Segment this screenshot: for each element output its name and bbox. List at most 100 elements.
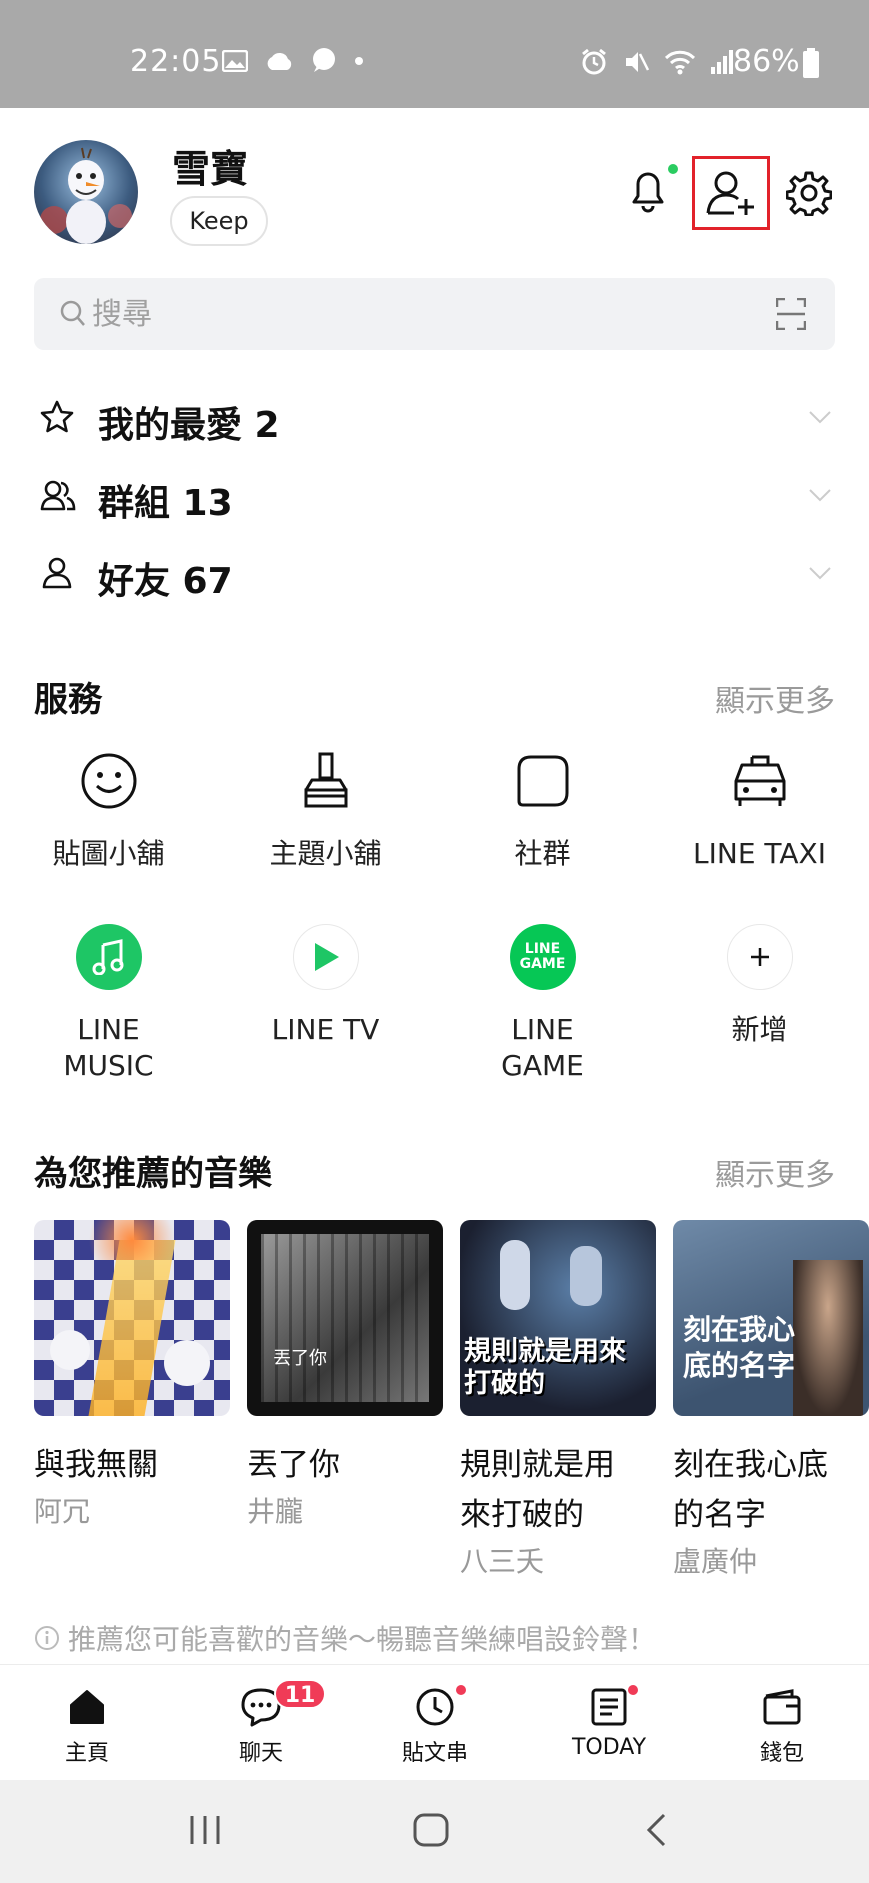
brush-icon <box>304 752 347 808</box>
profile-header: 雪寶 Keep <box>0 108 869 268</box>
status-right-icons <box>580 48 734 76</box>
music-card[interactable]: 丟了你 丟了你 井朧 <box>247 1220 443 1532</box>
gallery-icon <box>222 50 248 72</box>
keep-button[interactable]: Keep <box>170 196 268 246</box>
service-line-music[interactable]: LINE MUSIC <box>0 924 217 1084</box>
album-cover <box>34 1220 230 1416</box>
artist-name: 井朧 <box>247 1495 304 1528</box>
artist-name: 八三夭 <box>460 1545 545 1578</box>
service-line-tv[interactable]: LINE TV <box>217 924 434 1048</box>
service-label: LINE GAME <box>501 1013 584 1082</box>
service-add[interactable]: 新增 <box>651 924 868 1048</box>
dot-icon <box>355 57 363 65</box>
line-game-icon: LINE GAME <box>509 924 576 990</box>
bell-icon[interactable] <box>626 166 670 214</box>
qr-scan-icon[interactable] <box>776 298 806 330</box>
tab-chats[interactable]: 11 聊天 <box>174 1679 348 1767</box>
back-icon[interactable] <box>644 1812 668 1848</box>
signal-icon <box>711 50 733 74</box>
song-title: 刻在我心底的名字 <box>673 1447 828 1533</box>
avatar[interactable] <box>34 140 138 244</box>
notification-dot <box>668 164 678 174</box>
battery-icon <box>803 48 819 78</box>
music-tip: 推薦您可能喜歡的音樂～暢聽音樂練唱設鈴聲！ <box>34 1618 656 1658</box>
plus-icon <box>726 924 793 990</box>
info-icon <box>35 1626 59 1650</box>
recent-apps-icon[interactable] <box>188 1812 222 1848</box>
bottom-tab-bar: 主頁 11 聊天 貼文串 TODAY 錢包 <box>0 1664 869 1780</box>
cover-text: 刻在我心底的名字 <box>683 1313 796 1382</box>
service-label: 新增 <box>731 1013 788 1046</box>
service-openchat[interactable]: 社群 <box>434 748 651 872</box>
today-new-dot <box>628 1685 638 1695</box>
mute-icon <box>626 52 650 72</box>
unread-badge: 11 <box>274 1679 326 1709</box>
chat-bubble-icon <box>313 48 335 72</box>
song-title: 規則就是用來打破的 <box>460 1447 615 1533</box>
tab-wallet[interactable]: 錢包 <box>695 1685 869 1767</box>
search-input[interactable] <box>92 278 752 350</box>
tab-today[interactable]: TODAY <box>522 1685 696 1760</box>
service-label: LINE TAXI <box>693 837 826 870</box>
friends-row[interactable]: 好友 67 <box>0 536 869 614</box>
service-line-game[interactable]: LINE GAME LINE GAME <box>434 924 651 1084</box>
gear-icon[interactable] <box>786 170 832 216</box>
cover-text: 丟了你 <box>273 1348 327 1369</box>
groups-label: 群組 13 <box>98 483 233 524</box>
album-cover: 丟了你 <box>247 1220 443 1416</box>
service-theme-shop[interactable]: 主題小舖 <box>217 748 434 872</box>
battery-percent: 86% <box>733 44 800 79</box>
service-label: 社群 <box>514 837 571 870</box>
music-title: 為您推薦的音樂 <box>34 1154 272 1194</box>
service-line-taxi[interactable]: LINE TAXI <box>651 748 868 872</box>
services-show-more[interactable]: 顯示更多 <box>715 676 835 720</box>
music-carousel[interactable]: 與我無關 阿冗 丟了你 丟了你 井朧 規則就是用來打破的 規則就是用來打破的 八… <box>34 1220 869 1600</box>
chevron-down-icon <box>809 567 831 580</box>
chevron-down-icon <box>809 411 831 424</box>
star-icon <box>40 400 74 433</box>
service-sticker-shop[interactable]: 貼圖小舖 <box>0 748 217 872</box>
friends-label: 好友 67 <box>98 561 233 602</box>
album-cover: 規則就是用來打破的 <box>460 1220 656 1416</box>
add-friend-button[interactable] <box>692 156 770 230</box>
tab-home[interactable]: 主頁 <box>0 1685 174 1767</box>
line-music-icon <box>75 924 142 990</box>
search-bar[interactable] <box>34 278 835 350</box>
friend-sections: 我的最愛 2 群組 13 好友 67 <box>0 380 869 614</box>
home-icon <box>70 1690 104 1724</box>
tab-label: TODAY <box>571 1735 647 1760</box>
service-label: 貼圖小舖 <box>52 837 165 870</box>
music-show-more[interactable]: 顯示更多 <box>715 1150 835 1194</box>
service-label: LINE MUSIC <box>63 1013 154 1082</box>
music-card[interactable]: 刻在我心底的名字 刻在我心底的名字 盧廣仲 <box>673 1220 869 1582</box>
album-cover: 刻在我心底的名字 <box>673 1220 869 1416</box>
status-time: 22:05 <box>130 44 222 79</box>
person-icon <box>42 557 72 589</box>
taxi-icon <box>734 755 785 806</box>
snowman-avatar-icon <box>40 147 132 244</box>
artist-name: 阿冗 <box>34 1495 91 1528</box>
favorites-label: 我的最愛 2 <box>98 405 280 446</box>
music-tip-text: 推薦您可能喜歡的音樂～暢聽音樂練唱設鈴聲！ <box>68 1623 657 1656</box>
service-label: LINE TV <box>271 1013 380 1046</box>
music-card[interactable]: 與我無關 阿冗 <box>34 1220 230 1532</box>
timeline-icon <box>416 1688 454 1726</box>
tab-label: 錢包 <box>759 1741 804 1766</box>
home-button-icon[interactable] <box>412 1812 450 1848</box>
timeline-new-dot <box>456 1685 466 1695</box>
services-title: 服務 <box>34 680 102 720</box>
tab-timeline[interactable]: 貼文串 <box>348 1685 522 1767</box>
line-tv-icon <box>292 924 359 990</box>
status-bar: 22:05 86% <box>0 0 869 108</box>
today-icon <box>591 1688 627 1726</box>
music-card[interactable]: 規則就是用來打破的 規則就是用來打破的 八三夭 <box>460 1220 656 1582</box>
profile-name[interactable]: 雪寶 <box>172 138 248 193</box>
tab-label: 聊天 <box>238 1741 283 1766</box>
song-title: 與我無關 <box>34 1447 158 1483</box>
add-friend-icon <box>706 171 754 215</box>
status-left-icons <box>222 48 364 74</box>
group-icon <box>40 480 76 511</box>
cover-text: 規則就是用來打破的 <box>464 1336 626 1399</box>
favorites-row[interactable]: 我的最愛 2 <box>0 380 869 458</box>
groups-row[interactable]: 群組 13 <box>0 458 869 536</box>
